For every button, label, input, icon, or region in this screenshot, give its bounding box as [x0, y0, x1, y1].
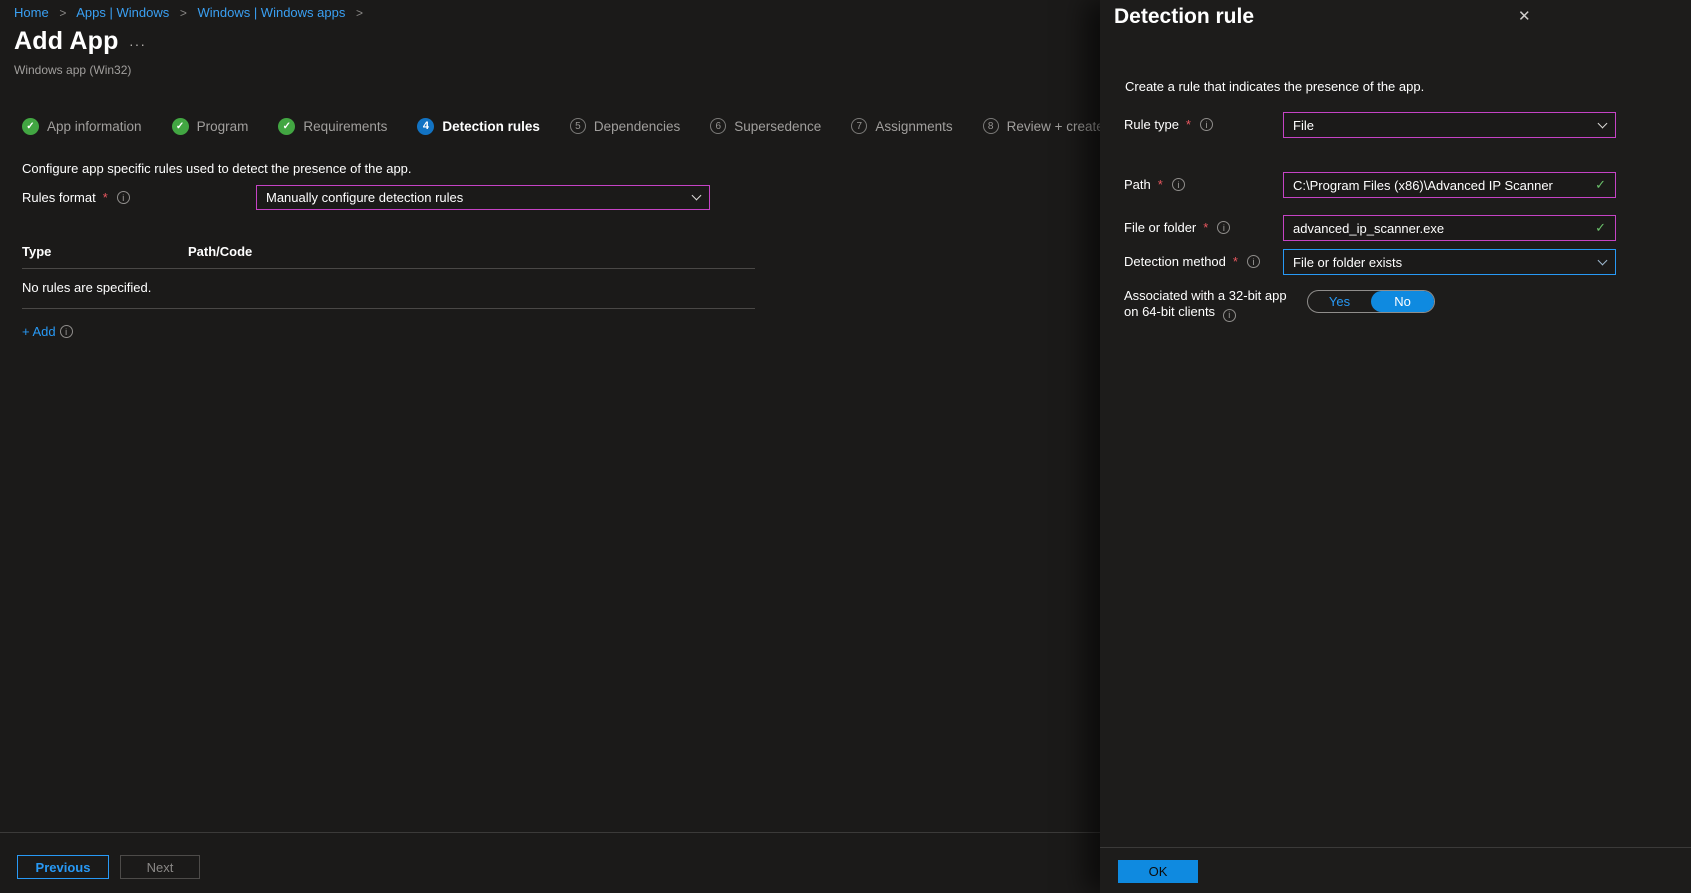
table-empty-row: No rules are specified.	[22, 269, 755, 309]
step-program[interactable]: ✓ Program	[172, 118, 249, 135]
detection-method-value: File or folder exists	[1293, 255, 1402, 270]
step-dependencies[interactable]: 5 Dependencies	[570, 118, 680, 134]
associated-32bit-toggle[interactable]: Yes No	[1307, 290, 1435, 313]
info-icon[interactable]: i	[1223, 309, 1236, 322]
step-number-badge: 4	[417, 118, 434, 135]
panel-title: Detection rule	[1114, 5, 1254, 29]
step-number-badge: 5	[570, 118, 586, 134]
rule-type-label-text: Rule type	[1124, 117, 1179, 132]
info-icon[interactable]: i	[1217, 221, 1230, 234]
panel-description: Create a rule that indicates the presenc…	[1125, 79, 1424, 94]
breadcrumb-separator: >	[180, 6, 187, 20]
check-icon: ✓	[278, 118, 295, 135]
rules-format-label-text: Rules format	[22, 190, 96, 205]
info-icon[interactable]: i	[117, 191, 130, 204]
toggle-yes-option[interactable]: Yes	[1308, 291, 1371, 312]
step-label: Dependencies	[594, 119, 680, 134]
required-marker: *	[1186, 117, 1191, 132]
wizard-steps: ✓ App information ✓ Program ✓ Requiremen…	[22, 112, 1112, 140]
path-input[interactable]	[1293, 178, 1595, 193]
footer-divider	[0, 832, 1106, 833]
info-icon[interactable]: i	[60, 325, 73, 338]
more-options-button[interactable]: ···	[129, 36, 146, 52]
empty-rules-text: No rules are specified.	[22, 280, 151, 295]
column-header-type: Type	[22, 244, 188, 259]
step-number-badge: 7	[851, 118, 867, 134]
step-review-create[interactable]: 8 Review + create	[983, 118, 1104, 134]
valid-check-icon: ✓	[1595, 220, 1606, 236]
detection-method-dropdown[interactable]: File or folder exists	[1283, 249, 1616, 275]
intune-add-app-page: Home > Apps | Windows > Windows | Window…	[0, 0, 1691, 893]
detection-method-label: Detection method * i	[1124, 254, 1279, 269]
rules-format-label: Rules format * i	[22, 190, 130, 205]
step-label: Requirements	[303, 119, 387, 134]
step-number-badge: 6	[710, 118, 726, 134]
chevron-down-icon	[1598, 118, 1608, 128]
check-icon: ✓	[22, 118, 39, 135]
step-label: Assignments	[875, 119, 952, 134]
step-detection-rules[interactable]: 4 Detection rules	[417, 118, 540, 135]
chevron-down-icon	[1598, 255, 1608, 265]
breadcrumb-windows-windows-apps[interactable]: Windows | Windows apps	[197, 5, 345, 20]
required-marker: *	[1158, 177, 1163, 192]
step-label: App information	[47, 119, 142, 134]
step-assignments[interactable]: 7 Assignments	[851, 118, 952, 134]
path-label-text: Path	[1124, 177, 1151, 192]
step-number-badge: 8	[983, 118, 999, 134]
column-header-path-code: Path/Code	[188, 244, 252, 259]
step-label: Supersedence	[734, 119, 821, 134]
breadcrumb-separator: >	[59, 6, 66, 20]
associated-32bit-label: Associated with a 32-bit app on 64-bit c…	[1124, 288, 1296, 322]
rule-type-dropdown[interactable]: File	[1283, 112, 1616, 138]
step-label: Review + create	[1007, 119, 1104, 134]
add-rule-row: + Add i	[22, 324, 73, 339]
page-description: Configure app specific rules used to det…	[22, 161, 412, 176]
page-subtitle: Windows app (Win32)	[14, 63, 131, 77]
required-marker: *	[1233, 254, 1238, 269]
valid-check-icon: ✓	[1595, 177, 1606, 193]
step-app-information[interactable]: ✓ App information	[22, 118, 142, 135]
breadcrumb: Home > Apps | Windows > Windows | Window…	[14, 5, 370, 20]
path-label: Path * i	[1124, 177, 1279, 192]
breadcrumb-separator: >	[356, 6, 363, 20]
table-header: Type Path/Code	[22, 244, 755, 269]
add-rule-link[interactable]: + Add	[22, 324, 56, 339]
required-marker: *	[1203, 220, 1208, 235]
file-or-folder-label-text: File or folder	[1124, 220, 1196, 235]
info-icon[interactable]: i	[1172, 178, 1185, 191]
file-or-folder-field[interactable]: ✓	[1283, 215, 1616, 241]
detection-method-label-text: Detection method	[1124, 254, 1226, 269]
rule-type-value: File	[1293, 118, 1314, 133]
chevron-down-icon	[692, 191, 702, 201]
step-label: Program	[197, 119, 249, 134]
breadcrumb-home[interactable]: Home	[14, 5, 49, 20]
previous-button[interactable]: Previous	[17, 855, 109, 879]
step-requirements[interactable]: ✓ Requirements	[278, 118, 387, 135]
required-marker: *	[103, 190, 108, 205]
info-icon[interactable]: i	[1200, 118, 1213, 131]
rule-type-label: Rule type * i	[1124, 117, 1279, 132]
check-icon: ✓	[172, 118, 189, 135]
detection-rule-panel: Detection rule ✕ Create a rule that indi…	[1100, 0, 1691, 893]
file-or-folder-input[interactable]	[1293, 221, 1595, 236]
step-label: Detection rules	[442, 119, 540, 134]
next-button[interactable]: Next	[120, 855, 200, 879]
path-field[interactable]: ✓	[1283, 172, 1616, 198]
info-icon[interactable]: i	[1247, 255, 1260, 268]
rules-format-value: Manually configure detection rules	[266, 190, 463, 205]
associated-32bit-label-text: Associated with a 32-bit app on 64-bit c…	[1124, 288, 1287, 319]
close-icon[interactable]: ✕	[1518, 9, 1531, 24]
toggle-no-option[interactable]: No	[1371, 291, 1434, 312]
breadcrumb-apps-windows[interactable]: Apps | Windows	[76, 5, 169, 20]
detection-rules-table: Type Path/Code No rules are specified.	[22, 244, 755, 309]
file-or-folder-label: File or folder * i	[1124, 220, 1279, 235]
page-title: Add App	[14, 27, 119, 56]
panel-footer-divider	[1100, 847, 1691, 848]
ok-button[interactable]: OK	[1118, 860, 1198, 883]
step-supersedence[interactable]: 6 Supersedence	[710, 118, 821, 134]
rules-format-dropdown[interactable]: Manually configure detection rules	[256, 185, 710, 210]
